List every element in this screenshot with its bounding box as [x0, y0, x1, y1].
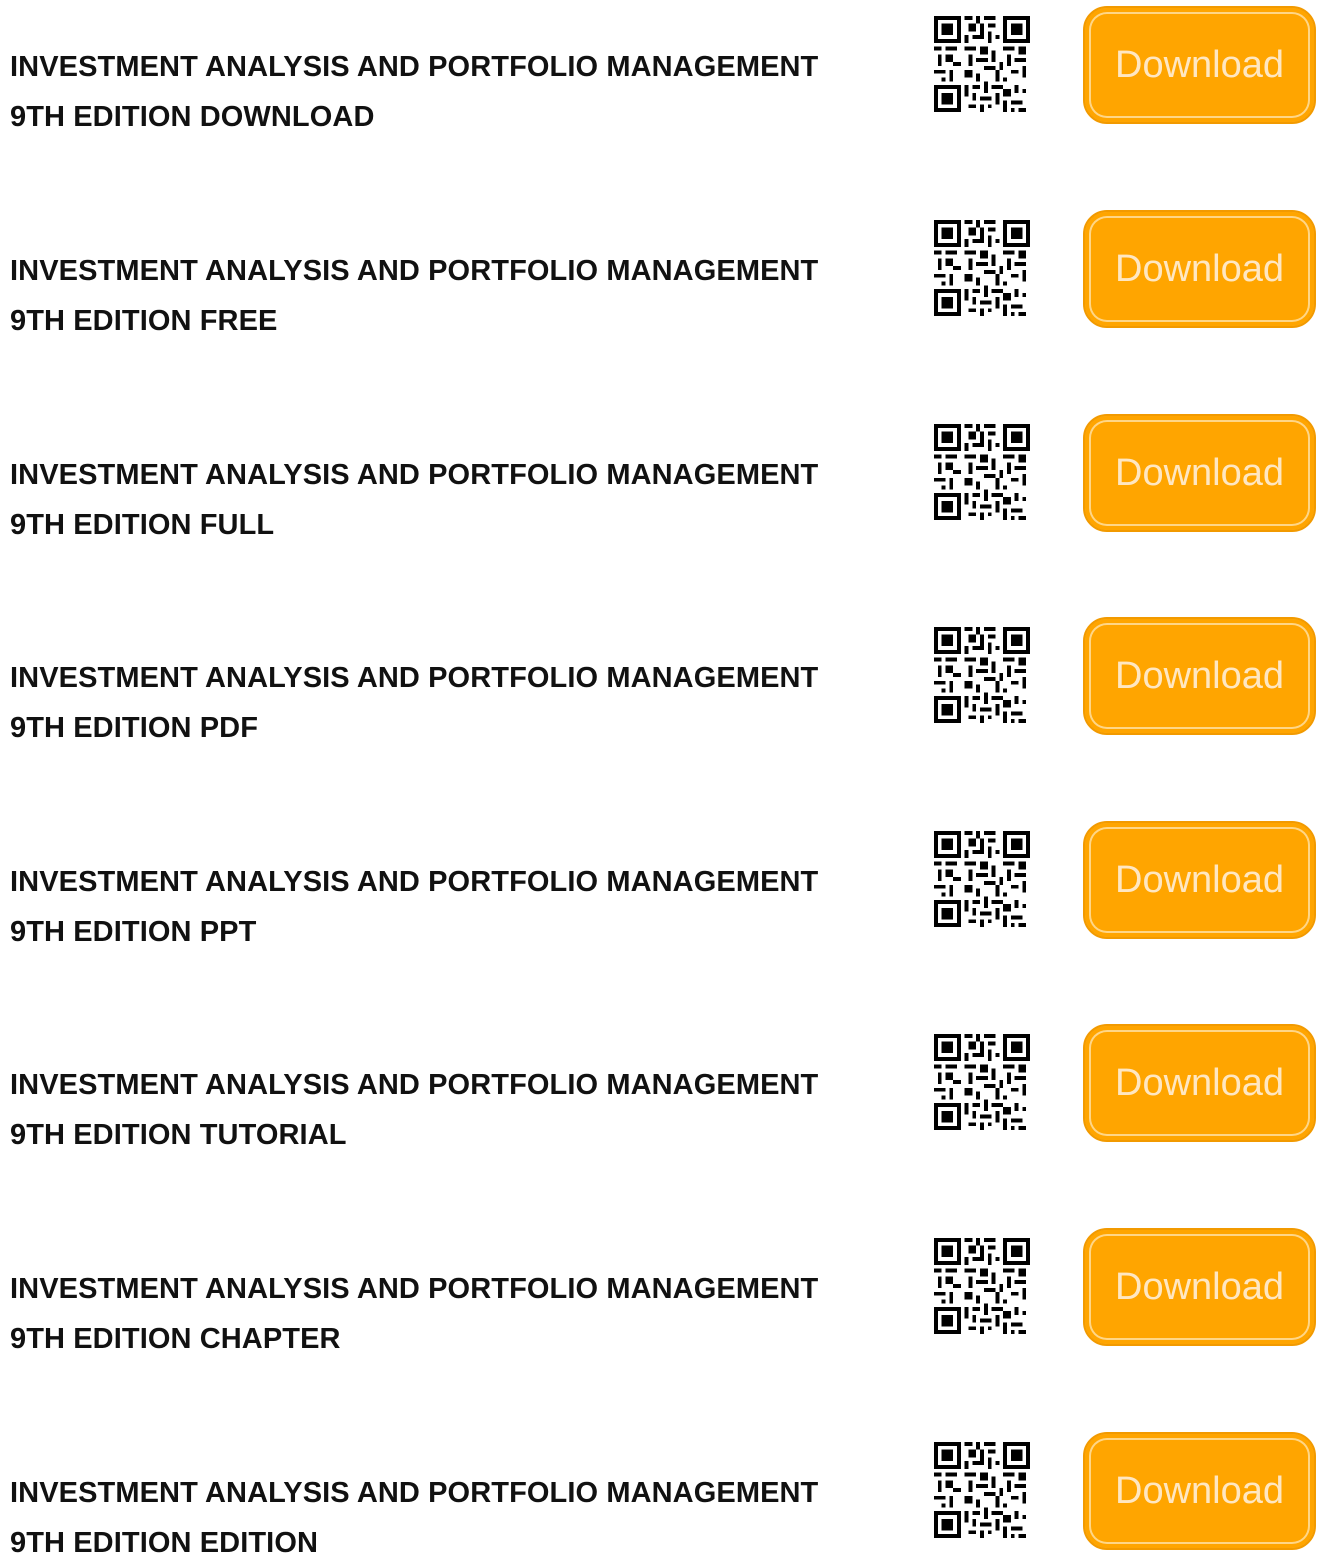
item-title: INVESTMENT ANALYSIS AND PORTFOLIO MANAGE… — [10, 653, 910, 753]
item-title-line-2: 9TH EDITION FULL — [10, 509, 275, 541]
list-item: INVESTMENT ANALYSIS AND PORTFOLIO MANAGE… — [0, 1018, 1317, 1151]
item-title: INVESTMENT ANALYSIS AND PORTFOLIO MANAGE… — [10, 1468, 910, 1568]
list-item: INVESTMENT ANALYSIS AND PORTFOLIO MANAGE… — [0, 1426, 1317, 1559]
list-item: INVESTMENT ANALYSIS AND PORTFOLIO MANAGE… — [0, 204, 1317, 337]
download-button[interactable]: Download — [1083, 617, 1316, 735]
download-list: INVESTMENT ANALYSIS AND PORTFOLIO MANAGE… — [0, 0, 1317, 1559]
download-button-label: Download — [1115, 247, 1284, 290]
item-title: INVESTMENT ANALYSIS AND PORTFOLIO MANAGE… — [10, 1060, 910, 1160]
qr-code-icon — [934, 1442, 1030, 1538]
download-button-label: Download — [1115, 654, 1284, 697]
download-button[interactable]: Download — [1083, 1024, 1316, 1142]
download-button-label: Download — [1115, 1469, 1284, 1512]
item-title: INVESTMENT ANALYSIS AND PORTFOLIO MANAGE… — [10, 246, 910, 346]
item-title: INVESTMENT ANALYSIS AND PORTFOLIO MANAGE… — [10, 857, 910, 957]
item-title-line-2: 9TH EDITION DOWNLOAD — [10, 101, 375, 133]
download-button-label: Download — [1115, 1061, 1284, 1104]
item-title-line-2: 9TH EDITION EDITION — [10, 1527, 319, 1559]
download-button-label: Download — [1115, 1265, 1284, 1308]
item-title-line-1: INVESTMENT ANALYSIS AND PORTFOLIO MANAGE… — [10, 662, 819, 694]
list-item: INVESTMENT ANALYSIS AND PORTFOLIO MANAGE… — [0, 0, 1317, 133]
item-title-line-2: 9TH EDITION CHAPTER — [10, 1323, 341, 1355]
qr-code-icon — [934, 1238, 1030, 1334]
item-title-line-2: 9TH EDITION TUTORIAL — [10, 1119, 347, 1151]
download-button[interactable]: Download — [1083, 210, 1316, 328]
item-title-line-2: 9TH EDITION PDF — [10, 712, 259, 744]
download-button[interactable]: Download — [1083, 821, 1316, 939]
item-title: INVESTMENT ANALYSIS AND PORTFOLIO MANAGE… — [10, 42, 910, 142]
download-button-label: Download — [1115, 858, 1284, 901]
item-title-line-1: INVESTMENT ANALYSIS AND PORTFOLIO MANAGE… — [10, 1273, 819, 1305]
item-title-line-1: INVESTMENT ANALYSIS AND PORTFOLIO MANAGE… — [10, 255, 819, 287]
list-item: INVESTMENT ANALYSIS AND PORTFOLIO MANAGE… — [0, 408, 1317, 541]
qr-code-icon — [934, 1034, 1030, 1130]
list-item: INVESTMENT ANALYSIS AND PORTFOLIO MANAGE… — [0, 611, 1317, 744]
download-button[interactable]: Download — [1083, 414, 1316, 532]
item-title: INVESTMENT ANALYSIS AND PORTFOLIO MANAGE… — [10, 450, 910, 550]
download-button-label: Download — [1115, 451, 1284, 494]
download-button[interactable]: Download — [1083, 6, 1316, 124]
download-button[interactable]: Download — [1083, 1432, 1316, 1550]
list-item: INVESTMENT ANALYSIS AND PORTFOLIO MANAGE… — [0, 815, 1317, 948]
list-item: INVESTMENT ANALYSIS AND PORTFOLIO MANAGE… — [0, 1222, 1317, 1355]
item-title-line-1: INVESTMENT ANALYSIS AND PORTFOLIO MANAGE… — [10, 459, 819, 491]
qr-code-icon — [934, 424, 1030, 520]
item-title-line-1: INVESTMENT ANALYSIS AND PORTFOLIO MANAGE… — [10, 51, 819, 83]
qr-code-icon — [934, 220, 1030, 316]
download-button-label: Download — [1115, 43, 1284, 86]
item-title-line-2: 9TH EDITION PPT — [10, 916, 257, 948]
qr-code-icon — [934, 627, 1030, 723]
qr-code-icon — [934, 16, 1030, 112]
item-title-line-2: 9TH EDITION FREE — [10, 305, 278, 337]
download-button[interactable]: Download — [1083, 1228, 1316, 1346]
item-title-line-1: INVESTMENT ANALYSIS AND PORTFOLIO MANAGE… — [10, 866, 819, 898]
item-title-line-1: INVESTMENT ANALYSIS AND PORTFOLIO MANAGE… — [10, 1477, 819, 1509]
qr-code-icon — [934, 831, 1030, 927]
item-title: INVESTMENT ANALYSIS AND PORTFOLIO MANAGE… — [10, 1264, 910, 1364]
item-title-line-1: INVESTMENT ANALYSIS AND PORTFOLIO MANAGE… — [10, 1069, 819, 1101]
